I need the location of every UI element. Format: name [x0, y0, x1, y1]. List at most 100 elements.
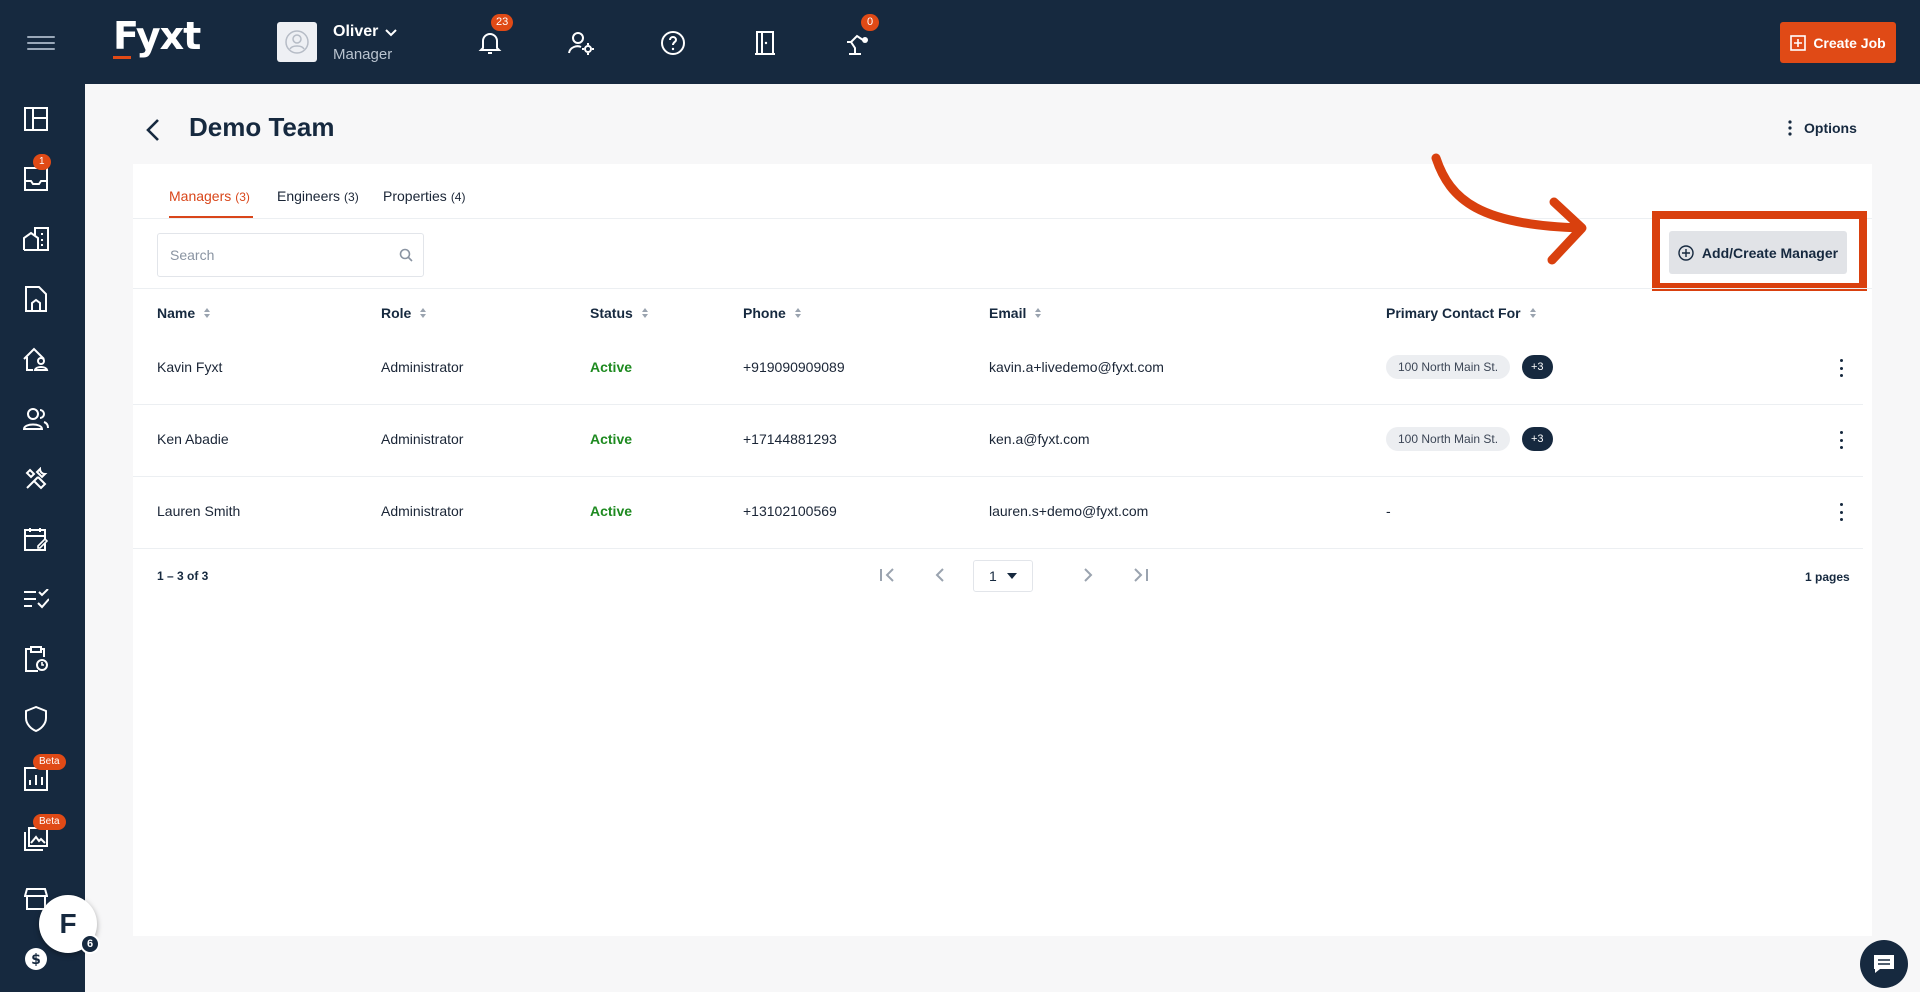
cell-email: lauren.s+demo@fyxt.com: [989, 503, 1149, 519]
dashboard-icon[interactable]: [23, 106, 49, 132]
tab-properties-label: Properties: [383, 188, 447, 204]
cell-phone: +17144881293: [743, 431, 837, 447]
search-input[interactable]: [170, 247, 390, 263]
cell-status: Active: [590, 359, 633, 375]
cell-role: Administrator: [381, 359, 464, 375]
row-menu-icon[interactable]: [1838, 431, 1844, 449]
user-settings-icon[interactable]: [566, 28, 596, 58]
prev-page-icon[interactable]: [928, 563, 952, 587]
door-icon[interactable]: [750, 28, 780, 58]
annotation-arrow-icon: [1431, 153, 1587, 265]
cell-phone: +919090909089: [743, 359, 845, 375]
tab-engineers[interactable]: Engineers (3): [277, 188, 359, 204]
row-menu-icon[interactable]: [1838, 359, 1844, 377]
chat-icon: [1874, 955, 1894, 973]
sort-icon: [794, 308, 801, 318]
column-header-role[interactable]: Role: [381, 305, 427, 321]
svg-text:$: $: [31, 952, 41, 968]
column-header-name[interactable]: Name: [157, 305, 211, 321]
tab-managers-count: (3): [235, 190, 250, 204]
page-select[interactable]: 1: [973, 560, 1033, 592]
search-box: [157, 233, 424, 277]
menu-icon[interactable]: [27, 36, 55, 50]
property-chip[interactable]: 100 North Main St.: [1386, 427, 1511, 451]
cell-role: Administrator: [381, 431, 464, 447]
row-divider: [133, 476, 1863, 477]
chat-button[interactable]: [1860, 940, 1908, 988]
assistant-count-badge: 6: [80, 934, 100, 954]
inbox-icon[interactable]: [23, 166, 49, 192]
tab-properties[interactable]: Properties (4): [383, 188, 465, 204]
house-user-icon[interactable]: [23, 346, 49, 372]
clipboard-clock-icon[interactable]: [23, 646, 49, 672]
reports-beta-badge: Beta: [33, 754, 66, 770]
user-name[interactable]: Oliver: [333, 23, 378, 41]
inbox-badge: 1: [33, 154, 51, 170]
checklist-icon[interactable]: [23, 586, 49, 612]
cell-role: Administrator: [381, 503, 464, 519]
notification-badge: 23: [491, 14, 514, 31]
sort-icon: [204, 308, 211, 318]
property-chip[interactable]: 100 North Main St.: [1386, 355, 1511, 379]
first-page-icon[interactable]: [876, 563, 900, 587]
help-icon[interactable]: [658, 28, 688, 58]
options-label: Options: [1804, 120, 1857, 136]
pagination-pages: 1 pages: [1805, 570, 1850, 584]
options-button[interactable]: Options: [1788, 120, 1857, 136]
next-page-icon[interactable]: [1076, 563, 1100, 587]
kebab-icon: [1788, 120, 1792, 136]
cell-name: Lauren Smith: [157, 503, 241, 519]
app-logo[interactable]: Fyxt: [113, 14, 201, 58]
caret-down-icon: [1006, 573, 1017, 579]
column-header-email[interactable]: Email: [989, 305, 1042, 321]
tools-icon[interactable]: [23, 466, 49, 492]
back-arrow-icon[interactable]: [146, 118, 160, 142]
tab-engineers-label: Engineers: [277, 188, 341, 204]
sort-icon: [641, 308, 648, 318]
page-select-value: 1: [989, 568, 997, 584]
top-bar: Fyxt Oliver Manager 23 0 Create Job: [0, 0, 1920, 84]
document-building-icon[interactable]: [23, 286, 49, 312]
more-properties-chip[interactable]: +3: [1522, 427, 1553, 451]
bell-icon[interactable]: [475, 28, 505, 58]
calendar-edit-icon[interactable]: [23, 526, 49, 552]
more-properties-chip[interactable]: +3: [1522, 355, 1553, 379]
gallery-beta-badge: Beta: [33, 814, 66, 830]
shield-icon[interactable]: [23, 706, 49, 732]
buildings-icon[interactable]: [23, 226, 49, 252]
tabs-divider: [133, 218, 1872, 219]
billing-dollar-icon[interactable]: $: [23, 946, 49, 972]
sort-icon: [420, 308, 427, 318]
users-icon[interactable]: [23, 406, 49, 432]
user-placeholder-icon: [285, 30, 309, 54]
cell-name: Kavin Fyxt: [157, 359, 223, 375]
cell-email: kavin.a+livedemo@fyxt.com: [989, 359, 1164, 375]
user-avatar[interactable]: [277, 22, 317, 62]
column-header-phone[interactable]: Phone: [743, 305, 802, 321]
fyxt-f-icon: F: [59, 908, 77, 939]
cell-email: ken.a@fyxt.com: [989, 431, 1090, 447]
tab-managers[interactable]: Managers (3): [169, 188, 250, 204]
column-header-status[interactable]: Status: [590, 305, 649, 321]
team-card: [133, 164, 1872, 936]
logo-accent: [113, 56, 131, 59]
sidebar: 1 Beta Beta $: [0, 84, 85, 992]
last-page-icon[interactable]: [1128, 563, 1152, 587]
sort-icon: [1529, 308, 1536, 318]
plus-square-icon: [1790, 34, 1807, 51]
table-top-divider: [133, 288, 1872, 289]
column-header-primary-contact[interactable]: Primary Contact For: [1386, 305, 1537, 321]
row-divider: [133, 548, 1863, 549]
page-title: Demo Team: [189, 112, 335, 142]
row-menu-icon[interactable]: [1838, 503, 1844, 521]
create-job-button[interactable]: Create Job: [1780, 22, 1896, 63]
tab-properties-count: (4): [450, 190, 466, 204]
chevron-down-icon[interactable]: [384, 28, 398, 38]
robot-arm-icon[interactable]: [843, 28, 873, 58]
cell-status: Active: [590, 431, 633, 447]
search-icon[interactable]: [399, 248, 413, 262]
cell-status: Active: [590, 503, 633, 519]
create-job-label: Create Job: [1813, 34, 1886, 51]
sort-icon: [1035, 308, 1042, 318]
pagination-range: 1 – 3 of 3: [157, 569, 209, 583]
